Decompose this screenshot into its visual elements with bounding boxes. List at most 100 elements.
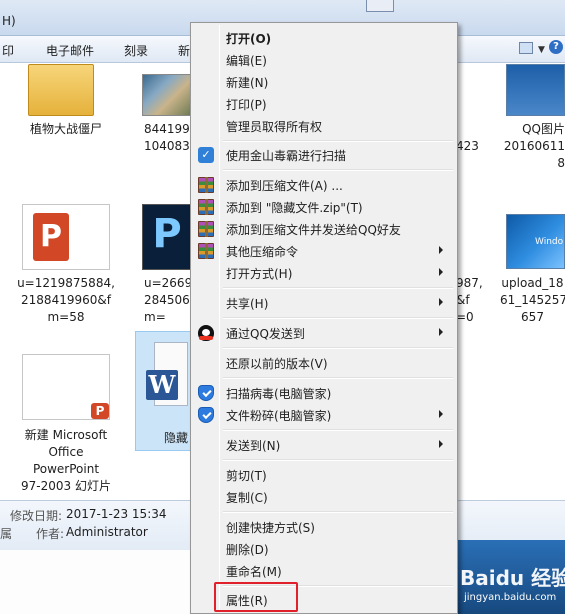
file-label: u=2669 284506 m= — [144, 276, 193, 324]
menu-item-label: 文件粉碎(电脑管家) — [226, 409, 332, 423]
winrar-icon — [198, 243, 214, 259]
tencent-shield-icon — [198, 385, 214, 401]
winrar-icon — [198, 199, 214, 215]
details-fragment: 属 — [0, 527, 13, 541]
menu-item-copy[interactable]: 复制(C) — [193, 486, 455, 508]
menu-item-other-compress[interactable]: 其他压缩命令 — [193, 240, 455, 262]
menu-separator — [223, 459, 453, 461]
menu-item-share[interactable]: 共享(H) — [193, 292, 455, 314]
menu-item-restore-versions[interactable]: 还原以前的版本(V) — [193, 352, 455, 374]
toolbar-burn[interactable]: 刻录 — [124, 42, 148, 59]
watermark-brand: Baidu 经验 — [460, 566, 565, 590]
menu-separator — [223, 377, 453, 379]
help-icon[interactable]: ? — [549, 40, 563, 54]
menu-help[interactable]: H) — [2, 14, 16, 28]
menu-item-label: 编辑(E) — [226, 54, 267, 68]
file-label: 植物大战僵尸 — [29, 122, 102, 136]
file-item[interactable]: u=1219875884, 2188419960&f m=58 — [16, 275, 116, 326]
image-thumbnail[interactable] — [506, 64, 565, 116]
menu-item-scan-virus[interactable]: 扫描病毒(电脑管家) — [193, 382, 455, 404]
toolbar-new[interactable]: 新 — [178, 42, 190, 59]
powerpoint-icon: P — [33, 213, 69, 261]
modified-date-label: 修改日期: — [10, 509, 63, 523]
submenu-arrow-icon — [439, 268, 443, 276]
menu-separator — [223, 429, 453, 431]
properties-highlight-box — [214, 582, 298, 612]
menu-item-label: 复制(C) — [226, 491, 268, 505]
file-item[interactable]: 423 — [456, 138, 480, 155]
menu-item-label: 新建(N) — [226, 76, 269, 90]
menu-item-label: 通过QQ发送到 — [226, 327, 305, 341]
menu-item-add-to-zip[interactable]: 添加到 "隐藏文件.zip"(T) — [193, 196, 455, 218]
context-menu: 打开(O) 编辑(E) 新建(N) 打印(P) 管理员取得所有权 ✓ 使用金山毒霸… — [190, 22, 458, 614]
menu-item-label: 添加到压缩文件并发送给QQ好友 — [226, 223, 401, 237]
menu-item-label: 添加到 "隐藏文件.zip"(T) — [226, 201, 363, 215]
menu-separator — [223, 317, 453, 319]
file-label: 隐藏 — [164, 431, 189, 445]
menu-item-label: 添加到压缩文件(A) ... — [226, 179, 343, 193]
photoshop-thumbnail[interactable]: P — [142, 204, 192, 270]
word-icon: W — [146, 370, 178, 400]
file-item[interactable]: 8441994 1040832 — [130, 121, 197, 155]
menu-item-label: 扫描病毒(电脑管家) — [226, 387, 332, 401]
file-item[interactable]: u=2669 284506 m= — [130, 275, 192, 326]
menu-item-label: 剪切(T) — [226, 469, 267, 483]
submenu-arrow-icon — [439, 410, 443, 418]
menu-item-new[interactable]: 新建(N) — [193, 71, 455, 93]
toolbar-email[interactable]: 电子邮件 — [46, 42, 94, 59]
image-thumbnail[interactable] — [142, 74, 192, 116]
file-item[interactable]: 新建 Microsoft Office PowerPoint 97-2003 幻… — [16, 427, 116, 495]
menu-item-shred-file[interactable]: 文件粉碎(电脑管家) — [193, 404, 455, 426]
file-label: u=1219875884, 2188419960&f m=58 — [17, 276, 115, 324]
jinshan-icon: ✓ — [198, 147, 214, 163]
winrar-icon — [198, 177, 214, 193]
menu-item-print[interactable]: 打印(P) — [193, 93, 455, 115]
toolbar-print[interactable]: 印 — [2, 42, 14, 59]
menu-item-delete[interactable]: 删除(D) — [193, 538, 455, 560]
menu-item-label: 发送到(N) — [226, 439, 281, 453]
author-value: Administrator — [66, 525, 148, 539]
menu-item-label: 重命名(M) — [226, 565, 282, 579]
menu-item-send-to[interactable]: 发送到(N) — [193, 434, 455, 456]
menu-item-edit[interactable]: 编辑(E) — [193, 49, 455, 71]
menu-item-take-ownership[interactable]: 管理员取得所有权 — [193, 115, 455, 137]
file-item[interactable]: upload_18 61_145257 657 — [500, 275, 565, 326]
watermark-url: jingyan.baidu.com — [464, 592, 557, 603]
view-options-icon[interactable] — [519, 42, 533, 54]
menu-separator — [223, 347, 453, 349]
file-label: QQ图片 20160611 8 — [503, 122, 565, 170]
menu-item-label: 其他压缩命令 — [226, 245, 299, 259]
menu-item-send-via-qq[interactable]: 通过QQ发送到 — [193, 322, 455, 344]
folder-icon[interactable] — [28, 64, 94, 116]
powerpoint-thumbnail[interactable]: P — [22, 204, 110, 270]
menu-item-jinshan-scan[interactable]: ✓ 使用金山毒霸进行扫描 — [193, 144, 455, 166]
menu-item-label: 管理员取得所有权 — [226, 120, 323, 134]
file-label: 423 — [456, 139, 479, 153]
winrar-icon — [198, 221, 214, 237]
menu-item-create-shortcut[interactable]: 创建快捷方式(S) — [193, 516, 455, 538]
file-label: upload_18 61_145257 657 — [500, 276, 565, 324]
menu-item-label: 使用金山毒霸进行扫描 — [226, 149, 347, 163]
powerpoint-thumbnail[interactable]: P — [22, 354, 110, 420]
menu-item-open-with[interactable]: 打开方式(H) — [193, 262, 455, 284]
image-thumbnail[interactable]: Windo — [506, 214, 565, 269]
submenu-arrow-icon — [439, 246, 443, 254]
menu-separator — [223, 169, 453, 171]
selected-file[interactable]: W 隐藏 — [135, 331, 192, 451]
modified-date-value: 2017-1-23 15:34 — [66, 507, 167, 521]
menu-item-add-to-archive[interactable]: 添加到压缩文件(A) ... — [193, 174, 455, 196]
file-item[interactable]: 987, &f =0 — [456, 275, 483, 326]
menu-item-label: 打开(O) — [226, 32, 272, 46]
menu-item-rename[interactable]: 重命名(M) — [193, 560, 455, 582]
menu-item-archive-send-qq[interactable]: 添加到压缩文件并发送给QQ好友 — [193, 218, 455, 240]
submenu-arrow-icon — [439, 298, 443, 306]
menu-item-cut[interactable]: 剪切(T) — [193, 464, 455, 486]
menu-separator — [223, 287, 453, 289]
menu-separator — [223, 140, 453, 142]
window-control[interactable] — [366, 0, 394, 12]
chevron-down-icon[interactable]: ▼ — [538, 45, 545, 55]
menu-item-label: 创建快捷方式(S) — [226, 521, 315, 535]
menu-item-open[interactable]: 打开(O) — [193, 27, 455, 49]
file-item[interactable]: QQ图片 20160611 8 — [500, 121, 565, 172]
file-item[interactable]: 植物大战僵尸 — [16, 121, 116, 138]
